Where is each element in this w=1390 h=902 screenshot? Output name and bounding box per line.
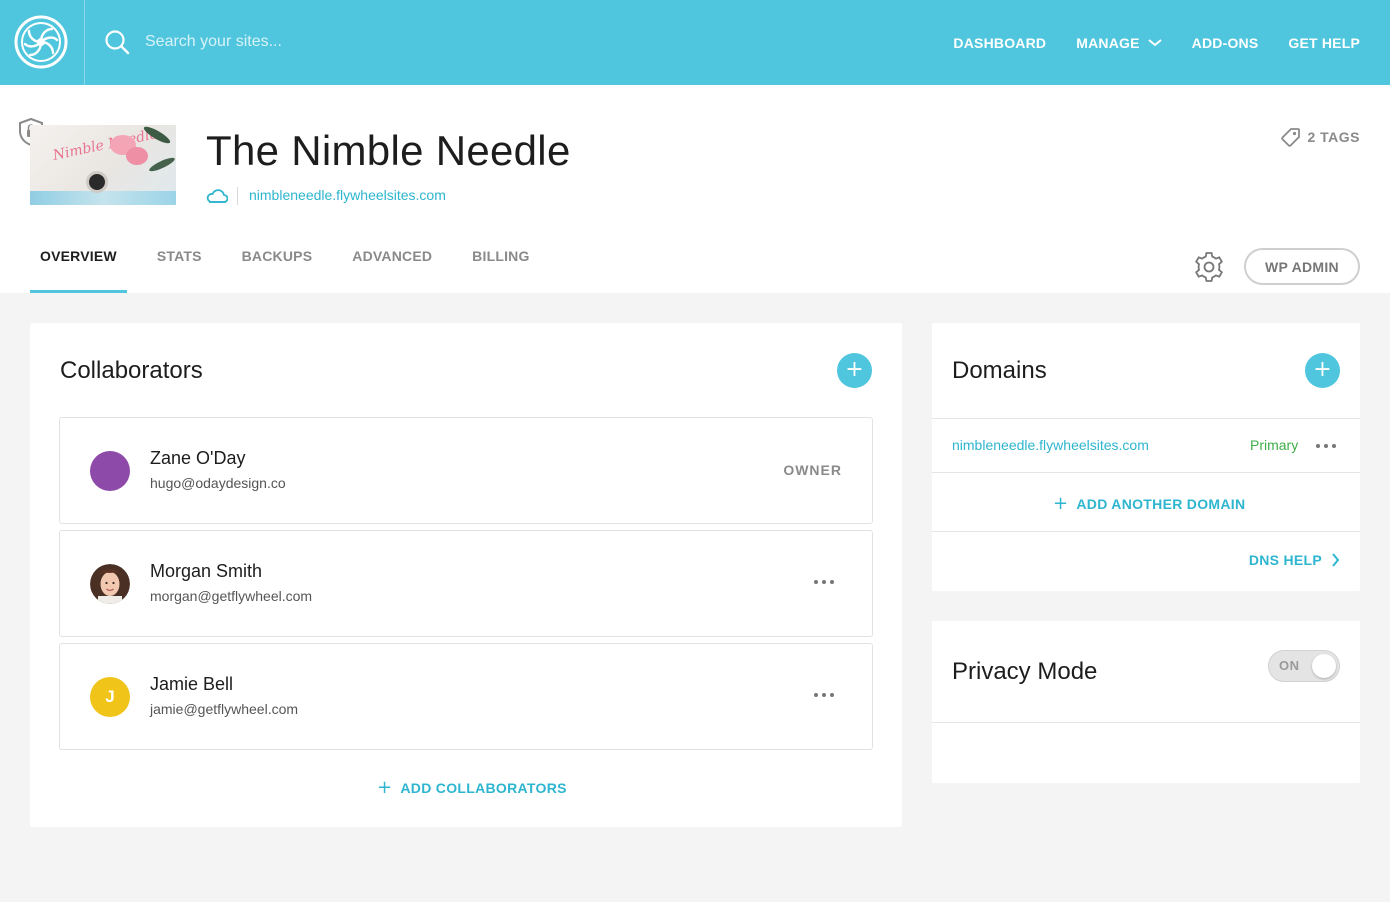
site-thumbnail[interactable]: Nimble Needle (30, 125, 176, 205)
privacy-mode-title: Privacy Mode (952, 658, 1098, 685)
collaborator-name: Jamie Bell (150, 674, 234, 694)
avatar (90, 564, 130, 604)
top-navigation-bar: DASHBOARD MANAGE ADD-ONS GET HELP (0, 0, 1390, 85)
add-collaborators-link[interactable]: + ADD COLLABORATORS (377, 777, 567, 798)
plus-icon: + (377, 777, 393, 798)
collaborator-row: Zane O'Day hugo@odaydesign.co OWNER (59, 417, 873, 524)
add-domain-link[interactable]: + ADD ANOTHER DOMAIN (1053, 493, 1245, 514)
thumbnail-leaf (147, 155, 176, 174)
wp-admin-button[interactable]: WP ADMIN (1244, 248, 1360, 285)
add-domain-button[interactable]: + (1305, 353, 1340, 388)
gear-icon[interactable] (1192, 250, 1226, 284)
plus-icon: + (1053, 493, 1069, 514)
privacy-mode-card: Privacy Mode ON (932, 621, 1360, 783)
collaborator-email: jamie@getflywheel.com (150, 701, 299, 717)
avatar (90, 451, 130, 491)
tags-label: 2 TAGS (1307, 129, 1360, 145)
chevron-down-icon (1148, 38, 1162, 46)
tab-billing[interactable]: BILLING (462, 244, 539, 293)
collaborator-email: morgan@getflywheel.com (150, 588, 313, 604)
toggle-knob (1312, 654, 1336, 678)
collaborator-name: Zane O'Day (150, 448, 246, 468)
search-input[interactable] (145, 28, 505, 56)
domains-title: Domains (952, 357, 1047, 384)
divider (932, 418, 1360, 419)
collaborator-row: Morgan Smith morgan@getflywheel.com (59, 530, 873, 637)
flywheel-logo[interactable] (14, 15, 68, 69)
collaborators-card: Collaborators + Zane O'Day hugo@odaydesi… (30, 323, 902, 827)
more-options-icon[interactable] (1314, 435, 1344, 455)
add-collaborator-button[interactable]: + (837, 353, 872, 388)
owner-badge: OWNER (783, 462, 842, 478)
tag-icon (1281, 128, 1301, 147)
main-nav: DASHBOARD MANAGE ADD-ONS GET HELP (923, 0, 1360, 85)
tags-button[interactable]: 2 TAGS (1281, 127, 1360, 147)
collaborators-title: Collaborators (60, 357, 203, 384)
tab-advanced[interactable]: ADVANCED (342, 244, 442, 293)
collaborator-row: J Jamie Bell jamie@getflywheel.com (59, 643, 873, 750)
site-header: Nimble Needle The Nimble Needle nimblene… (0, 85, 1390, 293)
nav-add-ons[interactable]: ADD-ONS (1192, 35, 1259, 51)
divider (932, 531, 1360, 532)
nav-manage[interactable]: MANAGE (1076, 35, 1162, 51)
dns-help-link[interactable]: DNS HELP (1249, 552, 1340, 568)
site-tabs: OVERVIEW STATS BACKUPS ADVANCED BILLING (30, 244, 560, 293)
privacy-mode-toggle[interactable]: ON (1268, 650, 1340, 682)
thumbnail-mug (86, 171, 108, 193)
collaborator-name: Morgan Smith (150, 561, 263, 581)
domain-link[interactable]: nimbleneedle.flywheelsites.com (952, 437, 1149, 453)
chevron-right-icon (1332, 553, 1340, 567)
divider (932, 722, 1360, 723)
cloud-icon (206, 189, 228, 203)
avatar: J (90, 677, 130, 717)
site-url-link[interactable]: nimbleneedle.flywheelsites.com (249, 187, 446, 203)
divider (932, 472, 1360, 473)
url-divider (237, 187, 238, 205)
search-icon[interactable] (104, 29, 130, 55)
more-options-icon[interactable] (812, 571, 842, 591)
collaborator-email: hugo@odaydesign.co (150, 475, 286, 491)
thumbnail-fabric (30, 191, 176, 205)
tab-backups[interactable]: BACKUPS (232, 244, 323, 293)
thumbnail-flower (126, 147, 148, 165)
topbar-divider (84, 0, 85, 85)
tab-overview[interactable]: OVERVIEW (30, 244, 127, 293)
tab-stats[interactable]: STATS (147, 244, 212, 293)
nav-dashboard[interactable]: DASHBOARD (953, 35, 1046, 51)
toggle-label: ON (1279, 658, 1300, 673)
primary-badge: Primary (1250, 437, 1299, 453)
nav-get-help[interactable]: GET HELP (1288, 35, 1360, 51)
domains-card: Domains + nimbleneedle.flywheelsites.com… (932, 323, 1360, 591)
page-title: The Nimble Needle (206, 127, 571, 174)
more-options-icon[interactable] (812, 684, 842, 704)
